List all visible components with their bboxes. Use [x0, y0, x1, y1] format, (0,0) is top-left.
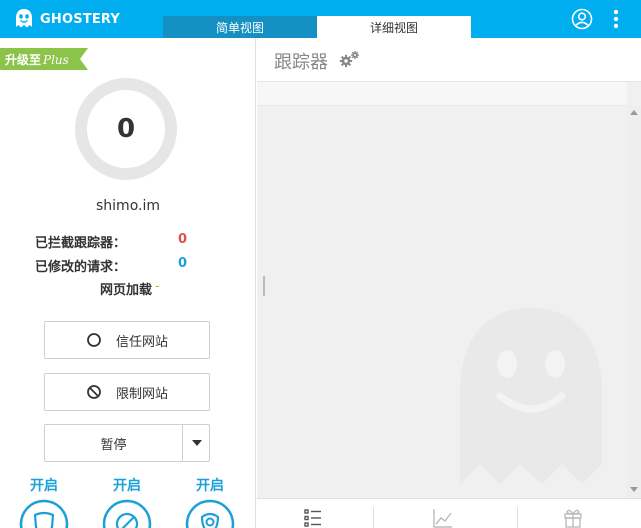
- caret-down-icon: [191, 440, 202, 446]
- restrict-site-label: 限制网站: [115, 386, 168, 402]
- stat-page-load-label: 网页加载: [99, 283, 152, 298]
- stat-blocked-value: 0: [178, 232, 188, 247]
- trackers-title: 跟踪器: [274, 52, 328, 73]
- trust-site-label: 信任网站: [115, 334, 168, 350]
- block-icon: [102, 499, 152, 528]
- ghost-logo-icon: [16, 9, 32, 28]
- logo-text: GHOSTERY: [40, 11, 121, 27]
- restrict-site-button[interactable]: 限制网站: [44, 373, 210, 411]
- shield-icon: [19, 499, 69, 528]
- ghost-watermark-icon: [460, 308, 602, 484]
- blocked-count: 0: [116, 114, 136, 144]
- bottom-nav: [257, 498, 641, 528]
- nav-separator: [517, 507, 518, 528]
- list-icon[interactable]: [303, 508, 323, 528]
- feature-enhanced-anti-tracking[interactable]: 开启: [14, 475, 74, 528]
- stat-page-load-value: -: [155, 279, 160, 294]
- panel-resize-handle[interactable]: [263, 276, 265, 296]
- tab-simple-view[interactable]: 简单视图: [163, 16, 317, 38]
- feature-enhanced-ad-blocking[interactable]: 开启: [97, 475, 157, 528]
- scroll-up-arrow-icon[interactable]: [630, 110, 638, 115]
- stat-modified-label: 已修改的请求：: [34, 260, 126, 275]
- trust-site-button[interactable]: 信任网站: [44, 321, 210, 359]
- feature-smart-blocking[interactable]: 开启: [180, 475, 240, 528]
- pause-button-group: 暂停: [44, 424, 210, 462]
- pause-button[interactable]: 暂停: [45, 425, 182, 461]
- upgrade-plus-badge[interactable]: 升级至 Plus: [0, 48, 88, 70]
- chart-icon[interactable]: [433, 508, 453, 528]
- upgrade-prefix: 升级至: [5, 53, 42, 67]
- pause-dropdown-button[interactable]: [183, 425, 210, 461]
- smart-shield-icon: [185, 499, 235, 528]
- trackers-header: 跟踪器: [257, 38, 641, 82]
- tab-detailed-view[interactable]: 详细视图: [317, 16, 471, 38]
- upgrade-text: 升级至 Plus: [5, 51, 69, 68]
- settings-gear-icon[interactable]: [337, 50, 361, 68]
- header-bar: GHOSTERY 简单视图 详细视图: [0, 0, 641, 38]
- nav-separator: [373, 507, 374, 528]
- account-icon[interactable]: [571, 8, 593, 30]
- gift-icon[interactable]: [563, 508, 583, 528]
- more-menu-icon[interactable]: [611, 8, 621, 30]
- trackers-subheader: [257, 82, 627, 106]
- feature-status-label: 开启: [113, 478, 141, 494]
- stat-modified-value: 0: [178, 256, 188, 271]
- scroll-down-arrow-icon[interactable]: [630, 487, 638, 492]
- trackers-scrollbar[interactable]: [627, 106, 641, 498]
- upgrade-plus-label: Plus: [43, 53, 69, 67]
- stat-blocked-label: 已拦截跟踪器：: [34, 236, 126, 251]
- feature-status-label: 开启: [196, 478, 224, 494]
- circle-icon: [87, 333, 101, 347]
- block-icon: [87, 385, 101, 399]
- summary-panel: 升级至 Plus 0 shimo.im 已拦截跟踪器： 0 已修改的请求： 0 网…: [0, 38, 256, 528]
- feature-status-label: 开启: [30, 478, 58, 494]
- trackers-panel: 跟踪器: [257, 38, 641, 528]
- site-domain: shimo.im: [96, 198, 160, 214]
- ghostery-logo[interactable]: GHOSTERY: [14, 7, 120, 31]
